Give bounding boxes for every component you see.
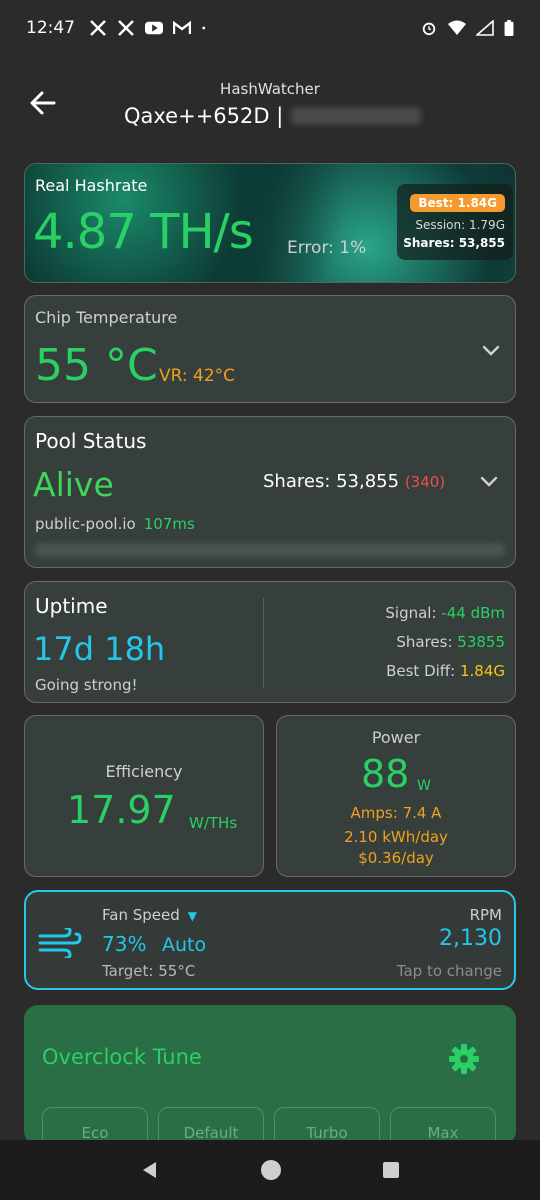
overclock-title: Overclock Tune — [42, 1045, 202, 1069]
notification-icons — [89, 20, 211, 36]
youtube-icon — [145, 21, 163, 35]
chevron-down-icon[interactable] — [479, 471, 499, 491]
back-icon[interactable] — [140, 1160, 160, 1180]
uptime-stats: Signal: -44 dBm Shares: 53855 Best Diff:… — [385, 604, 505, 691]
fan-speed-label: Fan Speed ▼ — [102, 906, 197, 924]
efficiency-value: 17.97 — [67, 788, 176, 832]
best-diff-value: 1.84G — [459, 662, 505, 680]
caret-down-icon[interactable]: ▼ — [188, 909, 197, 923]
efficiency-label: Efficiency — [105, 762, 183, 781]
redacted-worker — [35, 543, 505, 557]
hashrate-value: 4.87 TH/s — [33, 204, 254, 260]
fan-speed-card[interactable]: Fan Speed ▼ 73% Auto Target: 55°C RPM 2,1… — [24, 890, 516, 990]
gmail-icon — [173, 20, 191, 34]
signal-icon — [476, 20, 494, 36]
pool-latency: 107ms — [143, 515, 195, 533]
chip-temp-value: 55 °C — [35, 340, 158, 391]
wind-icon — [38, 928, 82, 958]
best-diff-row: Best Diff: 1.84G — [385, 662, 505, 691]
pool-title: Pool Status — [35, 429, 147, 453]
power-label: Power — [371, 728, 421, 747]
battery-icon — [504, 20, 514, 36]
uptime-subtitle: Going strong! — [35, 676, 138, 694]
system-icons — [420, 20, 514, 36]
device-title: Qaxe++652D | — [124, 104, 422, 128]
gear-icon[interactable] — [448, 1043, 480, 1075]
shares-count: Shares: 53,855 — [403, 236, 505, 250]
pool-state: Alive — [33, 465, 114, 504]
pool-url: public-pool.io 107ms — [35, 515, 195, 533]
shares-row: Shares: 53855 — [385, 633, 505, 662]
fan-percent: 73% — [102, 932, 147, 956]
best-badge: Best: 1.84G — [410, 194, 505, 212]
status-bar: 12:47 — [0, 0, 540, 56]
chevron-down-icon[interactable] — [481, 340, 501, 360]
fan-mode: Auto — [162, 934, 207, 956]
pool-host: public-pool.io — [35, 515, 136, 533]
pool-status-card[interactable]: Pool Status Alive Shares: 53,855 (340) p… — [24, 416, 516, 568]
energy-per-day: 2.10 kWh/day — [344, 828, 448, 846]
app-header: HashWatcher Qaxe++652D | — [0, 70, 540, 140]
chip-temperature-card[interactable]: Chip Temperature 55 °C VR: 42°C — [24, 295, 516, 403]
uptime-card: Uptime 17d 18h Going strong! Signal: -44… — [24, 581, 516, 703]
shares-label: Shares: — [396, 633, 453, 651]
signal-row: Signal: -44 dBm — [385, 604, 505, 633]
efficiency-unit: W/THs — [189, 814, 238, 832]
fan-target: Target: 55°C — [102, 962, 196, 980]
rejected-shares: (340) — [404, 473, 446, 491]
tap-hint: Tap to change — [396, 962, 502, 980]
cost-per-day: $0.36/day — [358, 849, 434, 867]
error-rate: Error: 1% — [287, 238, 367, 258]
vr-temp: VR: 42°C — [159, 366, 236, 386]
best-diff-label: Best Diff: — [386, 662, 456, 680]
power-card: Power 88 W Amps: 7.4 A 2.10 kWh/day $0.3… — [276, 715, 516, 877]
hashrate-label: Real Hashrate — [35, 176, 148, 195]
share-stats-panel: Best: 1.84G Session: 1.79G Shares: 53,85… — [397, 184, 513, 260]
shares-value: 53855 — [457, 633, 505, 651]
chip-temp-label: Chip Temperature — [35, 308, 178, 327]
redacted-text — [291, 107, 422, 125]
device-name: Qaxe++652D | — [124, 104, 284, 128]
divider — [263, 598, 264, 688]
clock: 12:47 — [26, 18, 75, 38]
home-icon[interactable] — [260, 1159, 282, 1181]
power-unit: W — [417, 778, 431, 794]
uptime-title: Uptime — [35, 594, 108, 618]
pool-shares: Shares: 53,855 (340) — [263, 471, 445, 492]
alarm-icon — [422, 22, 436, 36]
x-icon — [118, 20, 134, 36]
rpm-value: 2,130 — [439, 926, 502, 951]
x-icon — [90, 20, 106, 36]
system-nav-bar — [0, 1140, 540, 1200]
overclock-card: Overclock Tune Eco Default Turbo Max — [24, 1005, 516, 1145]
wifi-icon — [448, 20, 466, 35]
uptime-value: 17d 18h — [33, 630, 166, 668]
hashrate-card[interactable]: Real Hashrate 4.87 TH/s Error: 1% Best: … — [24, 163, 516, 283]
pool-shares-label: Shares: 53,855 — [263, 471, 400, 492]
signal-value: -44 dBm — [441, 604, 505, 622]
signal-label: Signal: — [385, 604, 437, 622]
amps: Amps: 7.4 A — [350, 804, 442, 822]
dot-icon — [202, 26, 206, 30]
power-value: 88 — [361, 752, 410, 796]
recents-icon[interactable] — [382, 1161, 400, 1179]
fan-label-text: Fan Speed — [102, 906, 180, 924]
session-best: Session: 1.79G — [415, 218, 505, 232]
efficiency-card: Efficiency 17.97 W/THs — [24, 715, 264, 877]
app-name: HashWatcher — [220, 80, 320, 98]
rpm-label: RPM — [469, 906, 502, 924]
